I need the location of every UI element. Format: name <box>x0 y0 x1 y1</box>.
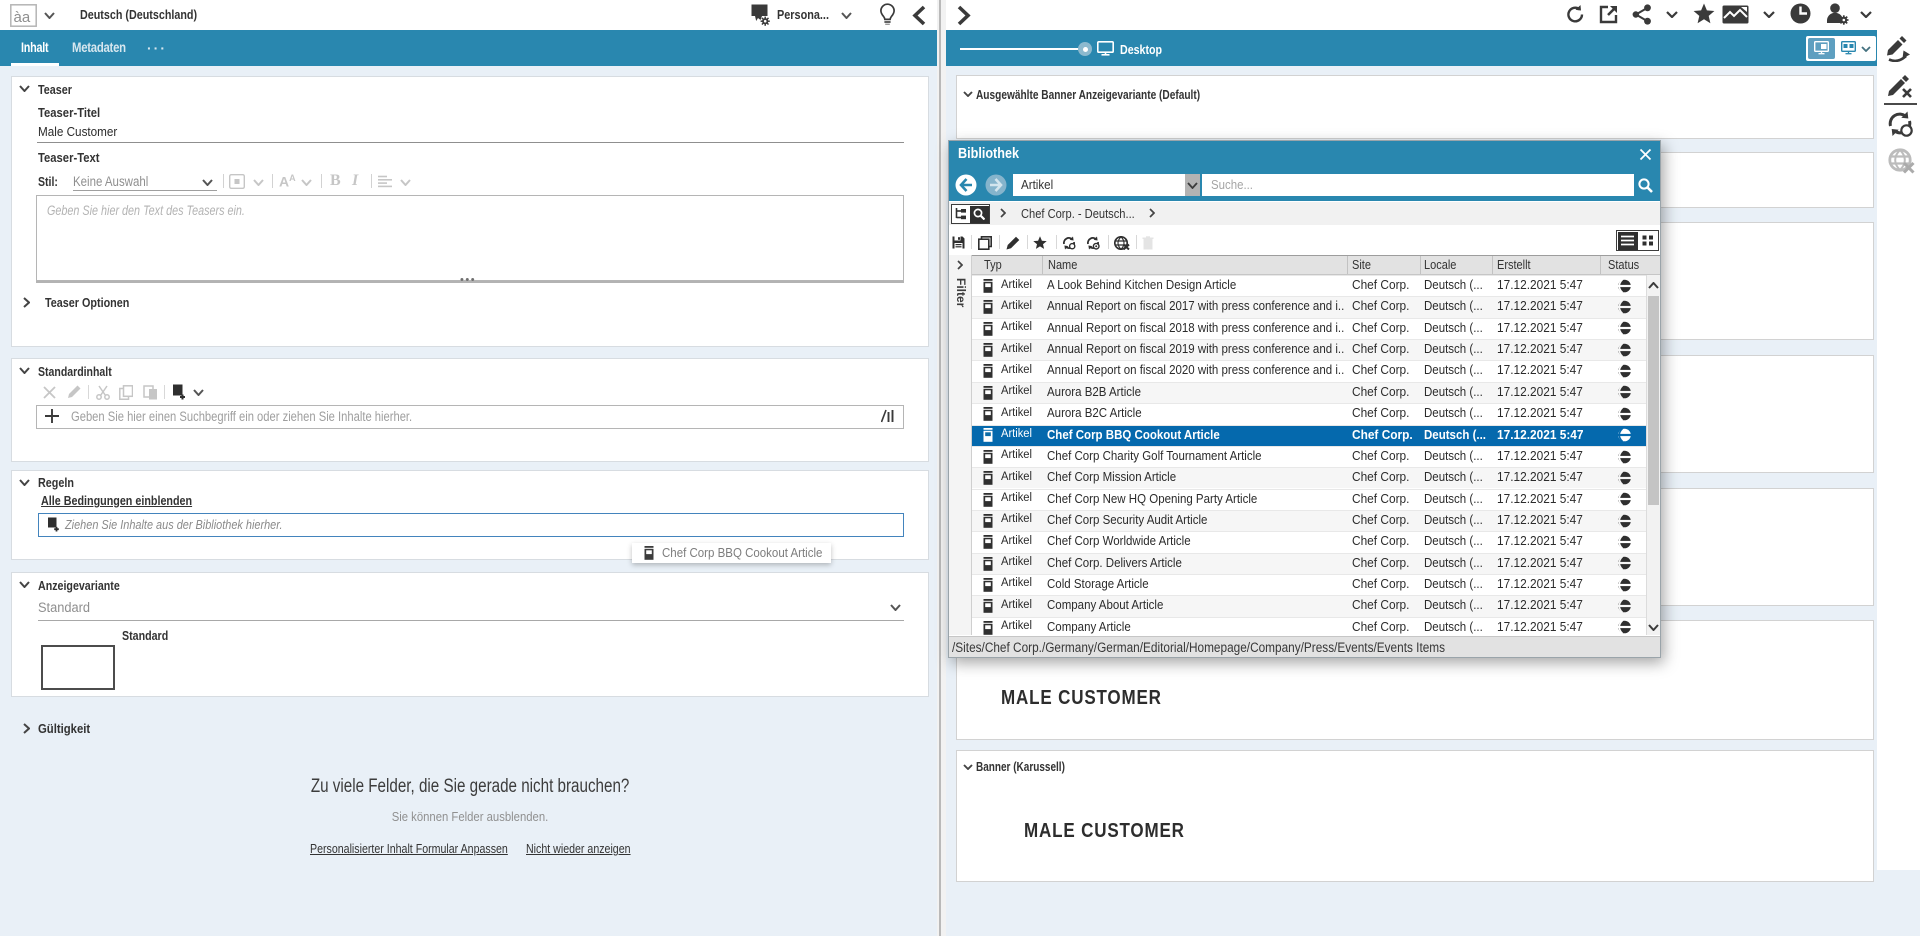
svg-text:àa: àa <box>14 9 31 26</box>
